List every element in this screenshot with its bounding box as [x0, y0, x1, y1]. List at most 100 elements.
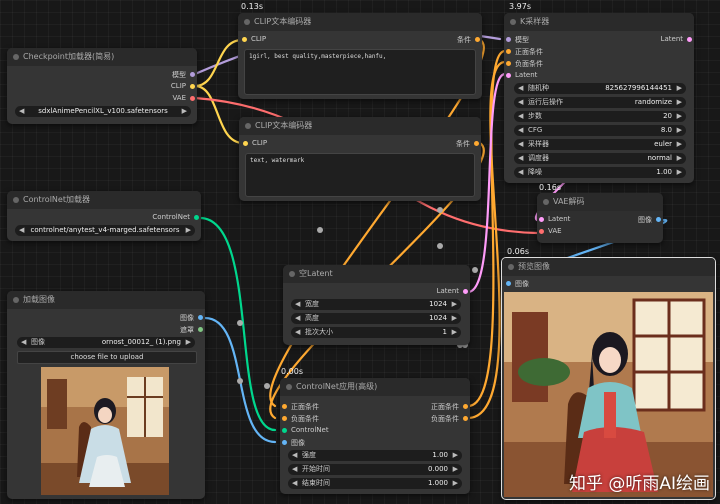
denoise-widget[interactable]: ◀ 降噪 1.00 ▶: [514, 167, 686, 178]
node-header[interactable]: CLIP文本编码器: [238, 13, 482, 31]
input-positive[interactable]: 正面条件: [282, 402, 319, 412]
socket-icon[interactable]: [506, 61, 511, 66]
arrow-right-icon[interactable]: ▶: [452, 313, 457, 324]
sampler-widget[interactable]: ◀ 采样器 euler ▶: [514, 139, 686, 150]
node-header[interactable]: 预览图像: [502, 258, 715, 276]
socket-icon[interactable]: [475, 37, 480, 42]
socket-icon[interactable]: [282, 404, 287, 409]
input-clip[interactable]: CLIP: [243, 139, 267, 147]
socket-icon[interactable]: [539, 229, 544, 234]
socket-icon[interactable]: [190, 84, 195, 89]
output-negative[interactable]: 负面条件: [431, 414, 468, 424]
arrow-right-icon[interactable]: ▶: [677, 153, 682, 164]
socket-icon[interactable]: [463, 404, 468, 409]
arrow-left-icon[interactable]: ◀: [518, 97, 523, 108]
collapse-dot-icon[interactable]: [13, 297, 19, 303]
image-combo[interactable]: ◀ 图像 ornost_00012_ (1).png ▶: [17, 337, 195, 348]
socket-icon[interactable]: [463, 289, 468, 294]
arrow-left-icon[interactable]: ◀: [518, 125, 523, 136]
load-image-node[interactable]: 加载图像 图像 遮罩 ◀ 图像 ornost_00012_ (1).png ▶ cho…: [7, 291, 205, 499]
node-header[interactable]: CLIP文本编码器: [239, 117, 481, 135]
arrow-left-icon[interactable]: ◀: [518, 83, 523, 94]
arrow-right-icon[interactable]: ▶: [677, 125, 682, 136]
collapse-dot-icon[interactable]: [508, 264, 514, 270]
width-widget[interactable]: ◀ 宽度 1024 ▶: [291, 299, 461, 310]
collapse-dot-icon[interactable]: [244, 19, 250, 25]
socket-icon[interactable]: [190, 96, 195, 101]
arrow-left-icon[interactable]: ◀: [295, 327, 300, 338]
control-after-generate-widget[interactable]: ◀ 运行后操作 randomize ▶: [514, 97, 686, 108]
arrow-left-icon[interactable]: ◀: [518, 111, 523, 122]
socket-icon[interactable]: [506, 73, 511, 78]
arrow-right-icon[interactable]: ▶: [182, 106, 187, 117]
checkpoint-loader-node[interactable]: Checkpoint加载器(简易) 模型 CLIP VAE ◀ sdxlAnim…: [7, 48, 197, 124]
strength-widget[interactable]: ◀ 强度 1.00 ▶: [288, 450, 462, 461]
output-latent[interactable]: Latent: [437, 287, 468, 295]
arrow-right-icon[interactable]: ▶: [677, 83, 682, 94]
socket-icon[interactable]: [506, 281, 511, 286]
ckpt-name-combo[interactable]: ◀ sdxlAnimePencilXL_v100.safetensors ▶: [15, 106, 191, 117]
socket-icon[interactable]: [656, 217, 661, 222]
output-vae[interactable]: VAE: [172, 94, 195, 102]
node-header[interactable]: ControlNet加载器: [7, 191, 201, 209]
input-positive[interactable]: 正面条件: [506, 47, 543, 57]
input-image[interactable]: 图像: [506, 279, 529, 289]
collapse-dot-icon[interactable]: [286, 384, 292, 390]
input-negative[interactable]: 负面条件: [282, 414, 319, 424]
node-header[interactable]: ControlNet应用(高级): [280, 378, 470, 396]
arrow-right-icon[interactable]: ▶: [186, 337, 191, 348]
batch-size-widget[interactable]: ◀ 批次大小 1 ▶: [291, 327, 461, 338]
cfg-widget[interactable]: ◀ CFG 8.0 ▶: [514, 125, 686, 136]
input-latent[interactable]: Latent: [539, 215, 570, 223]
input-negative[interactable]: 负面条件: [506, 59, 543, 69]
preview-image-node[interactable]: 预览图像 图像: [501, 257, 716, 500]
arrow-right-icon[interactable]: ▶: [452, 299, 457, 310]
collapse-dot-icon[interactable]: [13, 197, 19, 203]
height-widget[interactable]: ◀ 高度 1024 ▶: [291, 313, 461, 324]
arrow-right-icon[interactable]: ▶: [453, 450, 458, 461]
node-header[interactable]: 空Latent: [283, 265, 470, 283]
output-controlnet[interactable]: ControlNet: [152, 213, 199, 221]
arrow-left-icon[interactable]: ◀: [518, 153, 523, 164]
arrow-left-icon[interactable]: ◀: [292, 478, 297, 489]
socket-icon[interactable]: [243, 141, 248, 146]
input-model[interactable]: 模型: [506, 35, 529, 45]
output-latent[interactable]: Latent: [661, 35, 692, 43]
input-vae[interactable]: VAE: [539, 227, 562, 235]
output-clip[interactable]: CLIP: [171, 82, 195, 90]
collapse-dot-icon[interactable]: [13, 54, 19, 60]
input-image[interactable]: 图像: [282, 438, 305, 448]
upload-button[interactable]: choose file to upload: [17, 351, 197, 364]
collapse-dot-icon[interactable]: [289, 271, 295, 277]
arrow-left-icon[interactable]: ◀: [292, 464, 297, 475]
collapse-dot-icon[interactable]: [510, 19, 516, 25]
arrow-left-icon[interactable]: ◀: [518, 167, 523, 178]
arrow-right-icon[interactable]: ▶: [453, 478, 458, 489]
scheduler-widget[interactable]: ◀ 调度器 normal ▶: [514, 153, 686, 164]
input-controlnet[interactable]: ControlNet: [282, 426, 329, 434]
node-header[interactable]: Checkpoint加载器(简易): [7, 48, 197, 66]
input-clip[interactable]: CLIP: [242, 35, 266, 43]
node-header[interactable]: K采样器: [504, 13, 694, 31]
input-latent[interactable]: Latent: [506, 71, 537, 79]
arrow-right-icon[interactable]: ▶: [677, 111, 682, 122]
socket-icon[interactable]: [506, 37, 511, 42]
end-percent-widget[interactable]: ◀ 结束时间 1.000 ▶: [288, 478, 462, 489]
socket-icon[interactable]: [282, 440, 287, 445]
socket-icon[interactable]: [194, 215, 199, 220]
arrow-right-icon[interactable]: ▶: [677, 167, 682, 178]
vae-decode-node[interactable]: VAE解码 Latent VAE 图像: [537, 193, 663, 243]
output-positive[interactable]: 正面条件: [431, 402, 468, 412]
socket-icon[interactable]: [474, 141, 479, 146]
collapse-dot-icon[interactable]: [245, 123, 251, 129]
controlnet-name-combo[interactable]: ◀ controlnet/anytest_v4-marged.safetenso…: [15, 225, 195, 236]
node-header[interactable]: 加载图像: [7, 291, 205, 309]
socket-icon[interactable]: [242, 37, 247, 42]
ksampler-node[interactable]: K采样器 模型 正面条件 负面条件 Latent Latent ◀ 随机种 8256…: [504, 13, 694, 183]
seed-widget[interactable]: ◀ 随机种 825627996144451 ▶: [514, 83, 686, 94]
output-conditioning[interactable]: 条件: [456, 139, 479, 149]
output-conditioning[interactable]: 条件: [457, 35, 480, 45]
collapse-dot-icon[interactable]: [543, 199, 549, 205]
arrow-right-icon[interactable]: ▶: [677, 97, 682, 108]
socket-icon[interactable]: [198, 315, 203, 320]
